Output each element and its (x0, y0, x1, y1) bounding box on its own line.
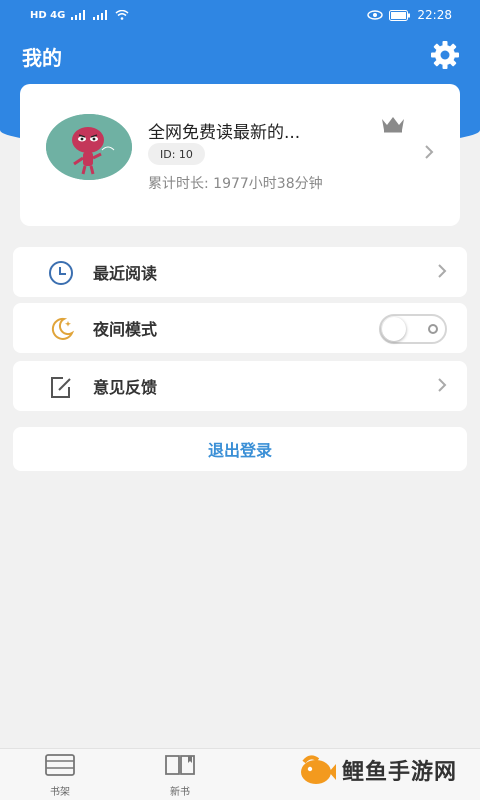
page-title: 我的 (22, 46, 62, 70)
menu-item-night-mode: 夜间模式 (13, 303, 467, 353)
fish-logo-icon (301, 755, 336, 784)
eye-icon (367, 10, 384, 20)
status-bar-right: 22:28 (367, 8, 452, 22)
signal-icon-2 (93, 10, 108, 20)
clock-time: 22:28 (417, 8, 452, 22)
settings-button[interactable] (430, 40, 460, 70)
menu-item-label: 夜间模式 (93, 320, 158, 339)
tab-new-books[interactable]: 新书 (155, 753, 205, 798)
gear-icon (431, 41, 459, 69)
toggle-knob (382, 317, 406, 341)
username: 全网免费读最新的... (148, 123, 301, 143)
status-bar-left: HD 4G (30, 10, 129, 21)
bookshelf-icon (45, 754, 75, 776)
clock-icon (47, 260, 75, 286)
signal-icon (71, 10, 86, 20)
chevron-right-icon (437, 263, 447, 283)
book-open-icon (165, 755, 195, 775)
chevron-right-icon (437, 377, 447, 397)
user-id-badge: ID: 10 (148, 143, 205, 165)
reading-duration: 累计时长: 1977小时38分钟 (148, 176, 323, 192)
toggle-off-indicator (428, 324, 438, 334)
night-mode-toggle[interactable] (379, 314, 447, 344)
tab-label: 书架 (50, 787, 70, 798)
moon-icon (47, 316, 75, 342)
watermark-text: 鲤鱼手游网 (342, 760, 458, 785)
avatar-image (46, 114, 132, 180)
tab-bookshelf[interactable]: 书架 (35, 753, 85, 798)
avatar (46, 114, 132, 180)
tab-label: 新书 (170, 787, 190, 798)
watermark: 鲤鱼手游网 (296, 752, 457, 788)
chevron-right-icon (424, 144, 434, 164)
menu-item-feedback[interactable]: 意见反馈 (13, 361, 467, 411)
wifi-icon (115, 10, 129, 20)
logout-button[interactable]: 退出登录 (13, 427, 467, 471)
profile-card[interactable]: 全网免费读最新的... ID: 10 累计时长: 1977小时38分钟 (20, 84, 460, 226)
menu-item-recent-reading[interactable]: 最近阅读 (13, 247, 467, 297)
crown-icon (380, 115, 406, 137)
menu-item-label: 最近阅读 (93, 264, 158, 283)
status-bar: HD 4G 22:28 (0, 0, 480, 30)
edit-icon (47, 374, 75, 400)
menu-item-label: 意见反馈 (93, 378, 158, 397)
network-label: HD 4G (30, 9, 66, 21)
battery-icon (389, 9, 411, 21)
